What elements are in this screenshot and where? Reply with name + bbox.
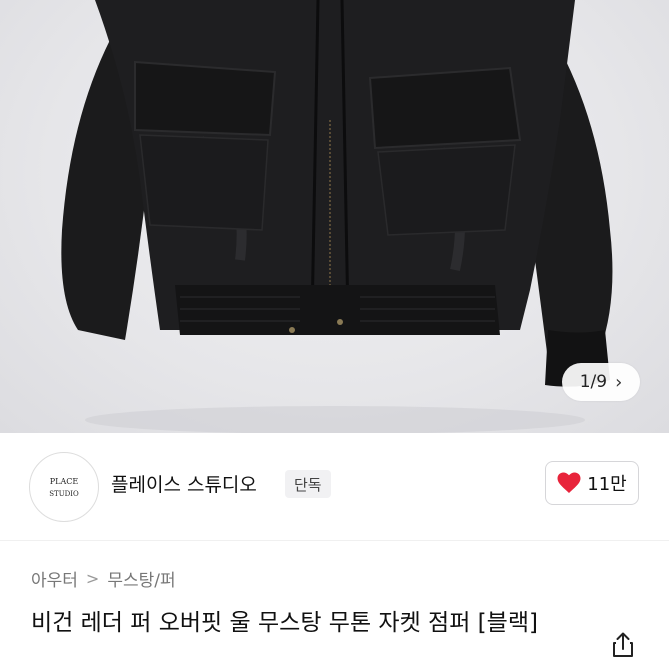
- share-icon: [613, 632, 633, 657]
- brand-logo[interactable]: PLACE STUDIO: [29, 452, 99, 522]
- breadcrumb-item-outer[interactable]: 아우터: [31, 566, 78, 591]
- heart-icon: [557, 472, 581, 493]
- exclusive-badge: 단독: [285, 470, 331, 498]
- share-button[interactable]: [608, 630, 638, 660]
- logo-text-bottom: STUDIO: [49, 490, 79, 498]
- breadcrumb-item-mustang[interactable]: 무스탕/퍼: [107, 566, 175, 591]
- divider: [0, 540, 669, 541]
- image-counter-label: 1/9: [579, 372, 608, 392]
- like-button[interactable]: 11만: [545, 461, 639, 505]
- like-count: 11만: [587, 474, 627, 495]
- brand-name[interactable]: 플레이스 스튜디오: [111, 470, 257, 497]
- breadcrumb: 아우터 > 무스탕/퍼: [31, 566, 176, 591]
- logo-text-top: PLACE: [50, 477, 79, 486]
- product-image[interactable]: 1/9 ›: [0, 0, 669, 433]
- product-title: 비건 레더 퍼 오버핏 울 무스탕 무톤 자켓 점퍼 [블랙]: [31, 610, 538, 636]
- breadcrumb-separator: >: [85, 569, 100, 588]
- brand-logo-mark: PLACE STUDIO: [49, 477, 79, 498]
- image-counter[interactable]: 1/9 ›: [562, 363, 640, 401]
- chevron-right-icon: ›: [615, 371, 623, 393]
